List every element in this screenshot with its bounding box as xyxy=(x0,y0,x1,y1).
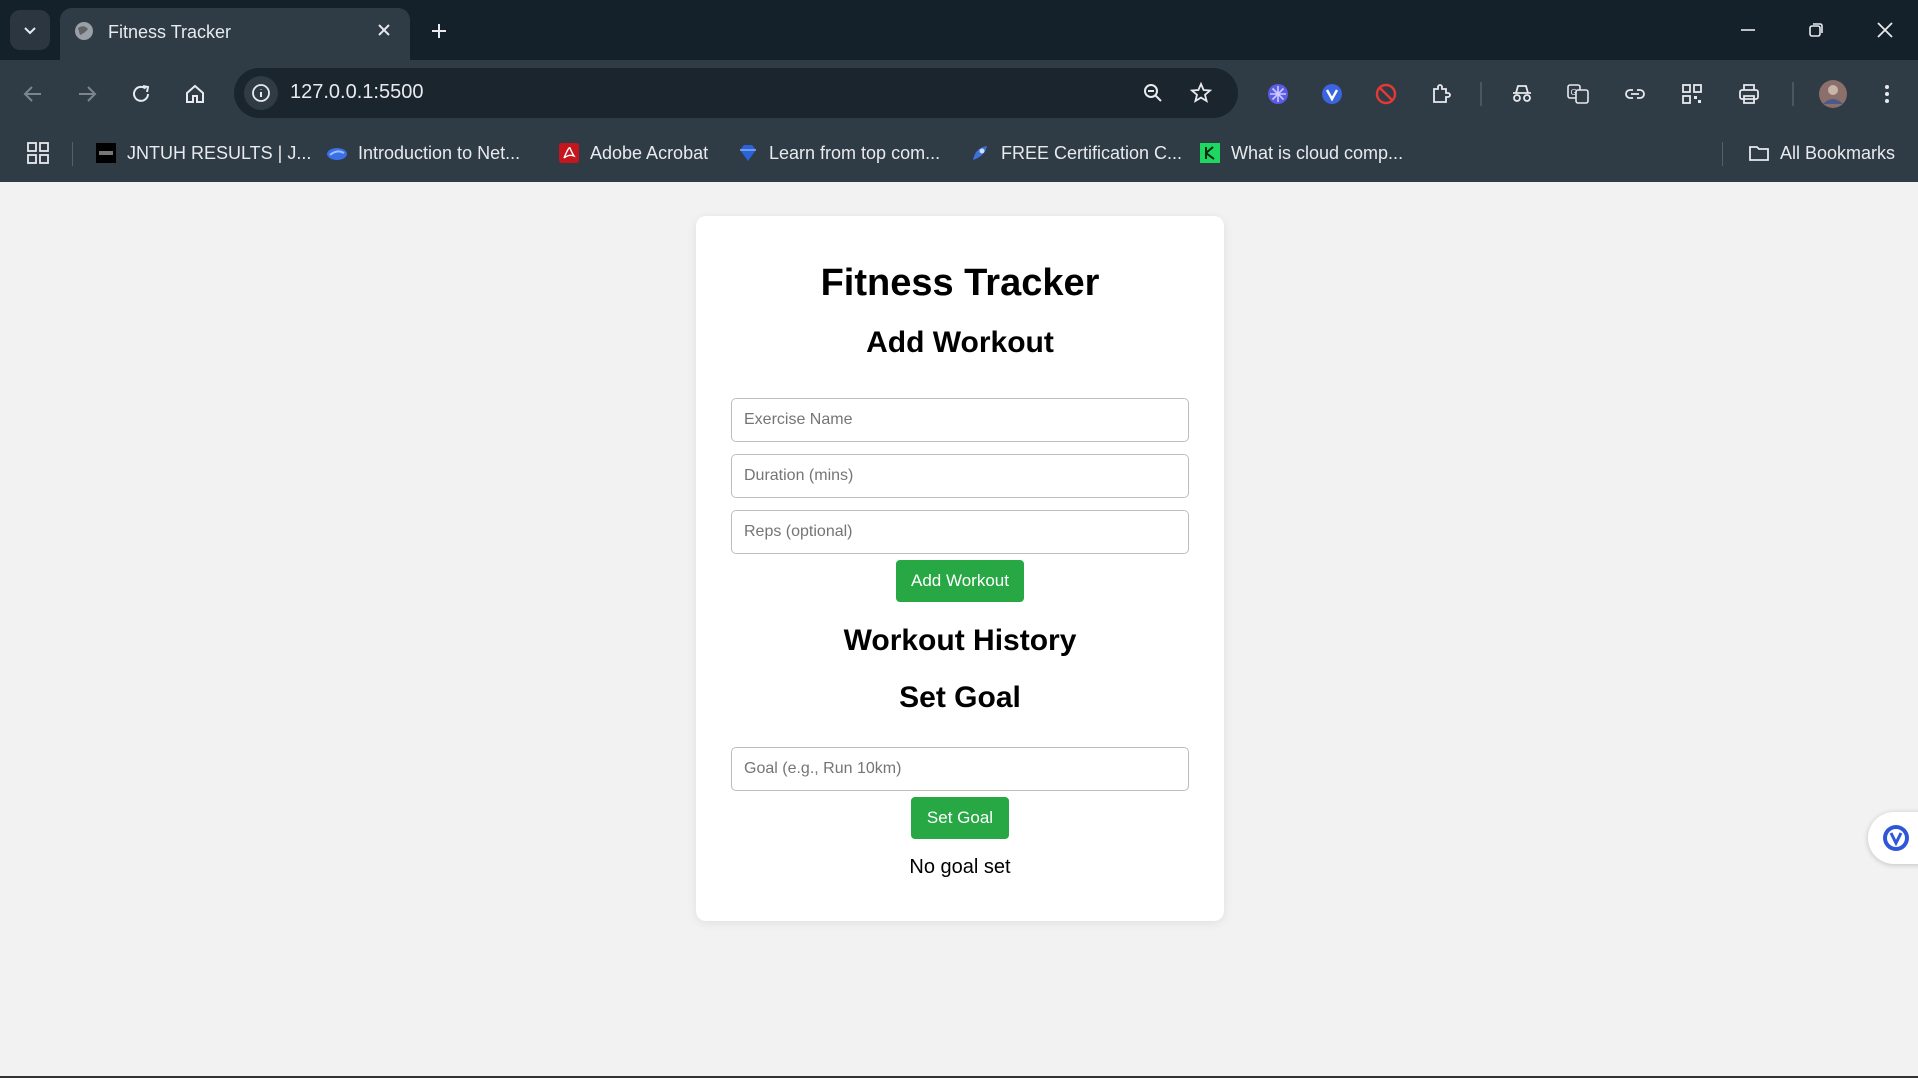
home-icon xyxy=(186,84,204,103)
v-shield-icon xyxy=(1322,84,1342,104)
url-text: 127.0.0.1:5500 xyxy=(290,81,424,103)
extension-perplexity-button[interactable] xyxy=(1261,77,1295,111)
sparkle-extension-icon xyxy=(1268,84,1288,104)
apps-button[interactable] xyxy=(26,138,50,168)
apps-grid-icon xyxy=(27,142,49,164)
avatar-icon xyxy=(1819,80,1847,108)
v-shield-icon xyxy=(1883,825,1909,851)
green-logo-icon xyxy=(1200,143,1220,163)
set-goal-button[interactable]: Set Goal xyxy=(911,797,1009,839)
extension-block-button[interactable] xyxy=(1369,77,1403,111)
page-title: Fitness Tracker xyxy=(820,262,1100,304)
zoom-button[interactable] xyxy=(1138,78,1168,108)
tab-search-button[interactable] xyxy=(10,10,50,50)
extension-vpn-button[interactable] xyxy=(1315,77,1349,111)
restore-icon xyxy=(1809,23,1823,37)
copy-link-button[interactable] xyxy=(1618,77,1652,111)
fitness-tracker-card: Fitness Tracker Add Workout Add Workout … xyxy=(696,216,1224,921)
bookmark-learn-top-companies[interactable]: Learn from top com... xyxy=(737,138,940,168)
workout-history-heading: Workout History xyxy=(843,624,1077,657)
chevron-down-icon xyxy=(24,27,36,35)
reload-icon xyxy=(133,85,150,102)
tab-strip: Fitness Tracker xyxy=(0,0,1918,60)
add-workout-heading: Add Workout xyxy=(866,326,1054,359)
bookmark-label: Learn from top com... xyxy=(769,142,941,163)
bookmark-adobe-acrobat[interactable]: Adobe Acrobat xyxy=(558,138,708,168)
bookmark-label: FREE Certification C... xyxy=(1001,142,1183,163)
star-icon xyxy=(1190,82,1212,103)
toolbar-separator xyxy=(1792,82,1794,106)
active-tab[interactable]: Fitness Tracker xyxy=(60,8,410,60)
back-arrow-icon xyxy=(23,86,41,102)
globe-icon xyxy=(75,22,93,40)
forward-button[interactable] xyxy=(70,77,104,111)
add-workout-button[interactable]: Add Workout xyxy=(896,560,1024,602)
tab-title: Fitness Tracker xyxy=(108,22,232,42)
bookmark-label: What is cloud comp... xyxy=(1231,142,1404,163)
extensions-button[interactable] xyxy=(1424,77,1458,111)
folder-icon xyxy=(1749,146,1769,161)
reps-input[interactable] xyxy=(731,510,1189,554)
print-button[interactable] xyxy=(1732,77,1766,111)
svg-text:G: G xyxy=(1571,88,1577,97)
qr-code-icon xyxy=(1682,84,1702,104)
plus-icon xyxy=(432,24,446,38)
bookmarks-separator xyxy=(72,142,73,166)
minimize-icon xyxy=(1741,29,1755,31)
bookmark-free-certification[interactable]: FREE Certification C... xyxy=(969,138,1182,168)
bookmarks-bar: JNTUH RESULTS | J... Introduction to Net… xyxy=(0,128,1918,182)
duration-input[interactable] xyxy=(731,454,1189,498)
printer-icon xyxy=(1739,84,1759,104)
restore-button[interactable] xyxy=(1801,15,1831,45)
bookmark-label: JNTUH RESULTS | J... xyxy=(127,142,312,163)
exercise-name-input[interactable] xyxy=(731,398,1189,442)
reload-button[interactable] xyxy=(124,77,158,111)
new-tab-button[interactable] xyxy=(424,16,454,46)
bookmark-label: Adobe Acrobat xyxy=(590,142,709,163)
kebab-menu-icon xyxy=(1885,85,1889,103)
block-icon xyxy=(1375,83,1397,105)
back-button[interactable] xyxy=(16,77,50,111)
close-tab-button[interactable] xyxy=(372,18,396,42)
cloud-icon xyxy=(327,148,347,160)
set-goal-heading: Set Goal xyxy=(899,681,1021,714)
incognito-icon xyxy=(1513,85,1531,102)
forward-arrow-icon xyxy=(79,86,97,102)
diamond-icon xyxy=(740,145,756,161)
minimize-button[interactable] xyxy=(1733,15,1763,45)
address-bar[interactable]: 127.0.0.1:5500 xyxy=(234,68,1238,118)
close-icon xyxy=(378,24,390,36)
close-icon xyxy=(1877,22,1893,38)
jntuh-icon xyxy=(96,143,116,163)
info-icon xyxy=(252,84,270,102)
link-icon xyxy=(1625,89,1645,99)
menu-button[interactable] xyxy=(1870,77,1904,111)
floating-extension-button[interactable] xyxy=(1868,812,1918,864)
toolbar-separator xyxy=(1480,82,1482,106)
incognito-button[interactable] xyxy=(1505,77,1539,111)
goal-input[interactable] xyxy=(731,747,1189,791)
profile-button[interactable] xyxy=(1816,77,1850,111)
site-info-button[interactable] xyxy=(244,76,278,110)
cert-icon xyxy=(973,146,987,160)
translate-button[interactable]: G xyxy=(1561,77,1595,111)
bookmarks-separator xyxy=(1722,142,1723,166)
translate-icon: G xyxy=(1567,84,1589,104)
page-viewport: Fitness Tracker Add Workout Add Workout … xyxy=(0,182,1918,1078)
bookmark-intro-networking[interactable]: Introduction to Net... xyxy=(326,138,520,168)
qr-code-button[interactable] xyxy=(1675,77,1709,111)
all-bookmarks-button[interactable]: All Bookmarks xyxy=(1748,138,1895,168)
browser-toolbar: 127.0.0.1:5500 G xyxy=(0,60,1918,128)
home-button[interactable] xyxy=(178,77,212,111)
puzzle-icon xyxy=(1433,84,1451,103)
acrobat-icon xyxy=(559,143,579,163)
bookmark-jntuh[interactable]: JNTUH RESULTS | J... xyxy=(95,138,311,168)
bookmark-star-button[interactable] xyxy=(1186,78,1216,108)
close-window-button[interactable] xyxy=(1870,15,1900,45)
zoom-icon xyxy=(1144,84,1162,102)
bookmark-cloud-computing[interactable]: What is cloud comp... xyxy=(1199,138,1403,168)
bookmark-label: Introduction to Net... xyxy=(358,142,521,163)
goal-status-text: No goal set xyxy=(909,856,1011,878)
all-bookmarks-label: All Bookmarks xyxy=(1780,142,1896,163)
